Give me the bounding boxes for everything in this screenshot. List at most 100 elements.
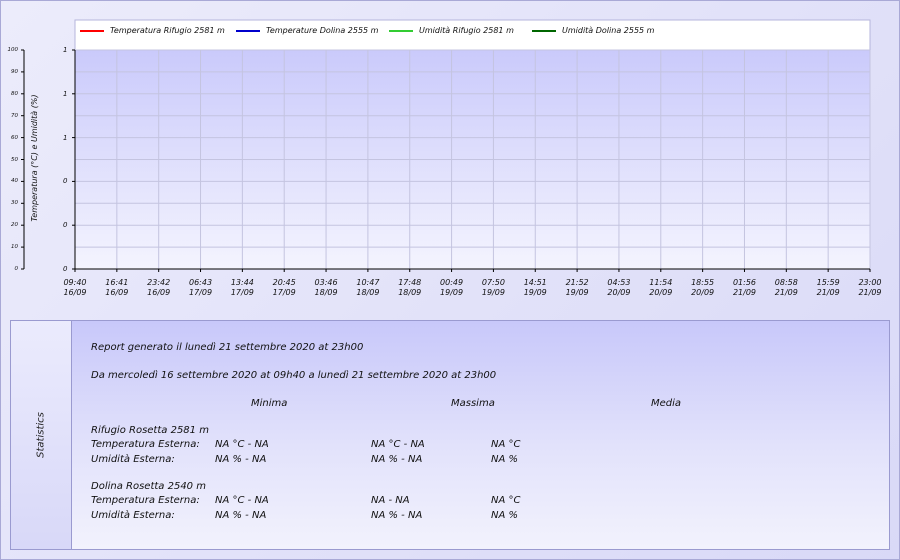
left-y-tick-label: 100 — [7, 47, 19, 53]
x-tick-time: 11:54 — [649, 278, 673, 287]
legend-swatch — [80, 29, 104, 32]
left-y-tick-label: 40 — [11, 178, 18, 185]
inner-y-tick-label: 1 — [63, 133, 68, 142]
inner-y-tick-label: 0 — [63, 177, 68, 186]
x-tick-time: 09:40 — [63, 278, 87, 287]
station1-temp-avg: NA °C — [491, 439, 521, 450]
x-tick-time: 10:47 — [356, 278, 380, 287]
x-tick-label: 01:56 21/09 — [724, 278, 764, 298]
x-tick-time: 15:59 — [816, 278, 840, 287]
x-tick-date: 20/09 — [691, 288, 715, 297]
x-tick-label: 11:54 20/09 — [641, 278, 681, 298]
legend-item: Umidità Rifugio 2581 m — [389, 26, 514, 35]
x-tick-label: 17:48 18/09 — [390, 278, 430, 298]
x-tick-label: 14:51 19/09 — [515, 278, 555, 298]
station1-hum-label: Umidità Esterna: — [91, 454, 175, 465]
station1-hum-max: NA % - NA — [371, 454, 423, 465]
x-tick-date: 17/09 — [188, 288, 213, 297]
x-tick-time: 01:56 — [732, 278, 756, 287]
legend-item: Umidità Dolina 2555 m — [532, 26, 654, 35]
x-tick-time: 07:50 — [481, 278, 505, 287]
statistics-side-tab: Statistics — [11, 321, 72, 549]
x-tick-date: 18/09 — [314, 288, 338, 297]
x-tick-date: 21/09 — [774, 288, 798, 297]
legend-item: Temperatura Rifugio 2581 m — [80, 26, 225, 35]
x-tick-time: 14:51 — [523, 278, 547, 287]
col-header-max: Massima — [451, 398, 495, 409]
x-tick-time: 17:48 — [398, 278, 422, 287]
station2-temp-max: NA - NA — [371, 495, 410, 506]
x-tick-date: 16/09 — [147, 288, 171, 297]
legend-label: Temperatura Rifugio 2581 m — [110, 26, 225, 35]
x-tick-date: 21/09 — [858, 288, 882, 297]
x-tick-time: 04:53 — [607, 278, 631, 287]
statistics-content: Report generato il lunedì 21 settembre 2… — [72, 321, 889, 549]
x-tick-label: 15:59 21/09 — [808, 278, 848, 298]
left-y-tick-label: 60 — [11, 134, 18, 141]
statistics-panel: Statistics Report generato il lunedì 21 … — [10, 320, 890, 550]
x-tick-label: 13:44 17/09 — [222, 278, 262, 298]
x-tick-label: 10:47 18/09 — [348, 278, 388, 298]
station2-temp-min: NA °C - NA — [215, 495, 269, 506]
left-y-tick-label: 20 — [11, 222, 18, 229]
station1-name: Rifugio Rosetta 2581 m — [91, 425, 209, 436]
left-y-tick-label: 50 — [11, 156, 18, 163]
x-tick-date: 19/09 — [565, 288, 589, 297]
inner-y-tick-label: 0 — [63, 265, 68, 273]
station2-name: Dolina Rosetta 2540 m — [91, 481, 206, 492]
inner-y-tick-label: 1 — [63, 46, 68, 54]
x-tick-time: 21:52 — [565, 278, 589, 287]
x-tick-time: 08:58 — [774, 278, 798, 287]
left-y-tick-label: 10 — [11, 244, 18, 251]
legend-swatch — [532, 29, 556, 32]
x-tick-time: 03:46 — [314, 278, 338, 287]
station2-temp-avg: NA °C — [491, 495, 521, 506]
x-tick-label: 23:42 16/09 — [139, 278, 179, 298]
x-tick-label: 18:55 20/09 — [683, 278, 723, 298]
x-tick-date: 16/09 — [63, 288, 87, 297]
legend-item: Temperature Dolina 2555 m — [236, 26, 378, 35]
x-tick-time: 13:44 — [230, 278, 254, 287]
y-axis-title: Temperatura (°C) e Umidità (%) — [30, 94, 39, 222]
x-tick-label: 09:40 16/09 — [55, 278, 95, 298]
x-tick-label: 08:58 21/09 — [766, 278, 806, 298]
station1-temp-min: NA °C - NA — [215, 439, 269, 450]
x-tick-label: 20:45 17/09 — [264, 278, 304, 298]
x-tick-label: 03:46 18/09 — [306, 278, 346, 298]
x-tick-time: 20:45 — [272, 278, 296, 287]
x-tick-label: 00:49 19/09 — [432, 278, 472, 298]
x-tick-time: 18:55 — [691, 278, 715, 287]
x-tick-time: 00:49 — [440, 278, 464, 287]
x-tick-time: 23:42 — [147, 278, 171, 287]
x-tick-date: 19/09 — [523, 288, 547, 297]
col-header-avg: Media — [651, 398, 682, 409]
x-tick-date: 16/09 — [105, 288, 129, 297]
x-tick-date: 21/09 — [732, 288, 756, 297]
inner-y-tick-label: 0 — [63, 221, 68, 230]
legend-label: Umidità Dolina 2555 m — [562, 26, 655, 35]
x-tick-date: 20/09 — [649, 288, 673, 297]
x-tick-date: 20/09 — [607, 288, 631, 297]
station1-temp-label: Temperatura Esterna: — [91, 439, 200, 450]
col-header-min: Minima — [251, 398, 288, 409]
left-y-tick-label: 0 — [14, 266, 19, 272]
x-tick-date: 17/09 — [272, 288, 296, 297]
station2-hum-min: NA % - NA — [215, 510, 267, 521]
x-tick-label: 07:50 19/09 — [473, 278, 513, 298]
x-tick-date: 19/09 — [481, 288, 505, 297]
left-y-tick-label: 30 — [11, 200, 18, 207]
left-y-tick-label: 90 — [11, 68, 18, 75]
station1-temp-max: NA °C - NA — [371, 439, 425, 450]
station2-hum-max: NA % - NA — [371, 510, 423, 521]
date-range-text: Da mercoledì 16 settembre 2020 at 09h40 … — [91, 370, 497, 381]
x-tick-time: 16:41 — [105, 278, 129, 287]
x-tick-date: 18/09 — [398, 288, 422, 297]
legend-swatch — [236, 29, 260, 32]
x-tick-label: 21:52 19/09 — [557, 278, 597, 298]
legend-label: Umidità Rifugio 2581 m — [419, 26, 514, 35]
chart — [21, 19, 871, 272]
x-tick-date: 21/09 — [816, 288, 840, 297]
legend-label: Temperature Dolina 2555 m — [266, 26, 379, 35]
inner-y-tick-label: 1 — [63, 89, 68, 98]
left-y-tick-label: 70 — [11, 112, 18, 119]
